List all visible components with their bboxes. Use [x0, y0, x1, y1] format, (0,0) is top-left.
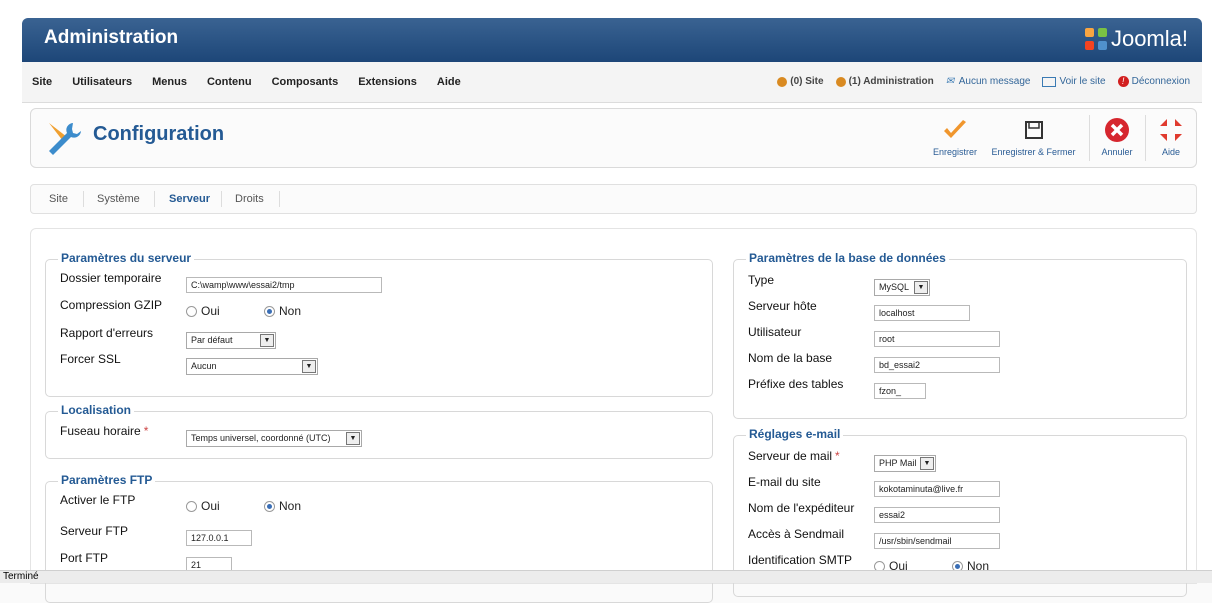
chevron-down-icon: ▼ [914, 281, 928, 294]
tab-site[interactable]: Site [49, 193, 68, 205]
users-icon [835, 76, 846, 87]
db-user-input[interactable]: root [874, 331, 1000, 347]
ftp-port-label: Port FTP [60, 551, 109, 565]
db-name-input[interactable]: bd_essai2 [874, 357, 1000, 373]
enable-ftp-label: Activer le FTP [60, 493, 136, 507]
help-icon [1160, 119, 1182, 141]
config-tabs: Site Système Serveur Droits [30, 184, 1197, 214]
logout-icon: ! [1117, 76, 1129, 87]
db-prefix-label: Préfixe des tables [748, 377, 844, 391]
localisation-legend: Localisation [58, 403, 135, 417]
ftp-server-input[interactable]: 127.0.0.1 [186, 530, 252, 546]
timezone-select[interactable]: Temps universel, coordonné (UTC) ▼ [186, 430, 362, 447]
smtp-auth-label: Identification SMTP [748, 553, 853, 567]
menu-help[interactable]: Aide [437, 76, 461, 88]
tmp-path-input[interactable]: C:\wamp\www\essai2/tmp [186, 277, 382, 293]
ftp-fieldset: Paramètres FTP Activer le FTP Oui Non Se… [45, 473, 713, 603]
sender-name-label: Nom de l'expéditeur [748, 501, 855, 515]
error-reporting-label: Rapport d'erreurs [60, 326, 153, 340]
ftp-server-label: Serveur FTP [60, 524, 129, 538]
menu-components[interactable]: Composants [272, 76, 339, 88]
sendmail-path-label: Accès à Sendmail [748, 527, 845, 541]
joomla-logo-text: Joomla! [1110, 26, 1188, 51]
db-host-input[interactable]: localhost [874, 305, 970, 321]
main-menu: Site Utilisateurs Menus Contenu Composan… [32, 76, 461, 88]
gzip-yes-radio[interactable]: Oui [186, 304, 220, 318]
chevron-down-icon: ▼ [302, 360, 316, 373]
monitor-icon [1042, 76, 1057, 87]
joomla-logo[interactable]: Joomla! [1084, 26, 1188, 52]
page-title: Configuration [93, 123, 225, 145]
chevron-down-icon: ▼ [346, 432, 360, 445]
mail-legend: Réglages e-mail [746, 427, 844, 441]
checkmark-icon [944, 120, 966, 138]
db-host-label: Serveur hôte [748, 299, 817, 313]
menu-content[interactable]: Contenu [207, 76, 252, 88]
status-text: Terminé [3, 571, 39, 582]
chevron-down-icon: ▼ [260, 334, 274, 347]
sender-name-input[interactable]: essai2 [874, 507, 1000, 523]
help-button[interactable]: Aide [1151, 113, 1191, 157]
users-icon [777, 76, 788, 87]
view-site-link[interactable]: Voir le site [1042, 76, 1106, 87]
tab-permissions[interactable]: Droits [235, 193, 264, 205]
config-content: Paramètres du serveur Dossier temporaire… [30, 228, 1197, 603]
configuration-icon [49, 123, 81, 155]
chevron-down-icon: ▼ [920, 457, 934, 470]
admin-users-count: (1) Administration [835, 76, 934, 87]
site-email-label: E-mail du site [748, 475, 821, 489]
error-reporting-select[interactable]: Par défaut ▼ [186, 332, 276, 349]
menu-users[interactable]: Utilisateurs [72, 76, 132, 88]
menu-menus[interactable]: Menus [152, 76, 187, 88]
toolbar-separator [1089, 115, 1090, 161]
ftp-legend: Paramètres FTP [58, 473, 156, 487]
toolbar: Configuration Enregistrer Enregistrer & … [30, 108, 1197, 168]
save-close-button[interactable]: Enregistrer & Fermer [986, 113, 1081, 157]
site-users-count: (0) Site [777, 76, 824, 87]
force-ssl-label: Forcer SSL [60, 352, 121, 366]
database-fieldset: Paramètres de la base de données Type My… [733, 251, 1187, 419]
localisation-fieldset: Localisation Fuseau horaire * Temps unive… [45, 403, 713, 459]
site-email-input[interactable]: kokotaminuta@live.fr [874, 481, 1000, 497]
tab-system[interactable]: Système [97, 193, 140, 205]
force-ssl-select[interactable]: Aucun ▼ [186, 358, 318, 375]
db-prefix-input[interactable]: fzon_ [874, 383, 926, 399]
save-icon [1024, 121, 1043, 139]
mailer-label: Serveur de mail * [748, 449, 840, 463]
ftp-yes-radio[interactable]: Oui [186, 499, 220, 513]
db-type-label: Type [748, 273, 775, 287]
admin-header: Administration Joomla! [22, 18, 1202, 62]
server-settings-fieldset: Paramètres du serveur Dossier temporaire… [45, 251, 713, 397]
main-menu-bar: Site Utilisateurs Menus Contenu Composan… [22, 62, 1202, 103]
db-type-select[interactable]: MySQL ▼ [874, 279, 930, 296]
gzip-label: Compression GZIP [60, 298, 163, 312]
joomla-logo-icon [1084, 28, 1107, 50]
ftp-no-radio[interactable]: Non [264, 499, 301, 513]
timezone-label: Fuseau horaire * [60, 424, 149, 438]
db-name-label: Nom de la base [748, 351, 833, 365]
db-user-label: Utilisateur [748, 325, 802, 339]
sendmail-path-input[interactable]: /usr/sbin/sendmail [874, 533, 1000, 549]
page: Administration Joomla! Site Utilisateurs… [0, 0, 1212, 603]
server-settings-legend: Paramètres du serveur [58, 251, 195, 265]
toolbar-separator [1145, 115, 1146, 161]
status-area: (0) Site (1) Administration ✉ Aucun mess… [777, 76, 1190, 87]
header-title: Administration [44, 27, 179, 48]
logout-link[interactable]: ! Déconnexion [1117, 76, 1190, 87]
tab-server[interactable]: Serveur [169, 193, 210, 205]
message-icon: ✉ [945, 75, 955, 87]
database-legend: Paramètres de la base de données [746, 251, 949, 265]
messages-link[interactable]: ✉ Aucun message [946, 76, 1031, 87]
cancel-icon [1105, 118, 1129, 142]
gzip-no-radio[interactable]: Non [264, 304, 301, 318]
save-button[interactable]: Enregistrer [927, 113, 983, 157]
tmp-path-label: Dossier temporaire [60, 271, 162, 285]
menu-site[interactable]: Site [32, 76, 52, 88]
browser-status-bar: Terminé [0, 570, 1212, 583]
mailer-select[interactable]: PHP Mail ▼ [874, 455, 936, 472]
menu-extensions[interactable]: Extensions [358, 76, 417, 88]
cancel-button[interactable]: Annuler [1095, 113, 1139, 157]
